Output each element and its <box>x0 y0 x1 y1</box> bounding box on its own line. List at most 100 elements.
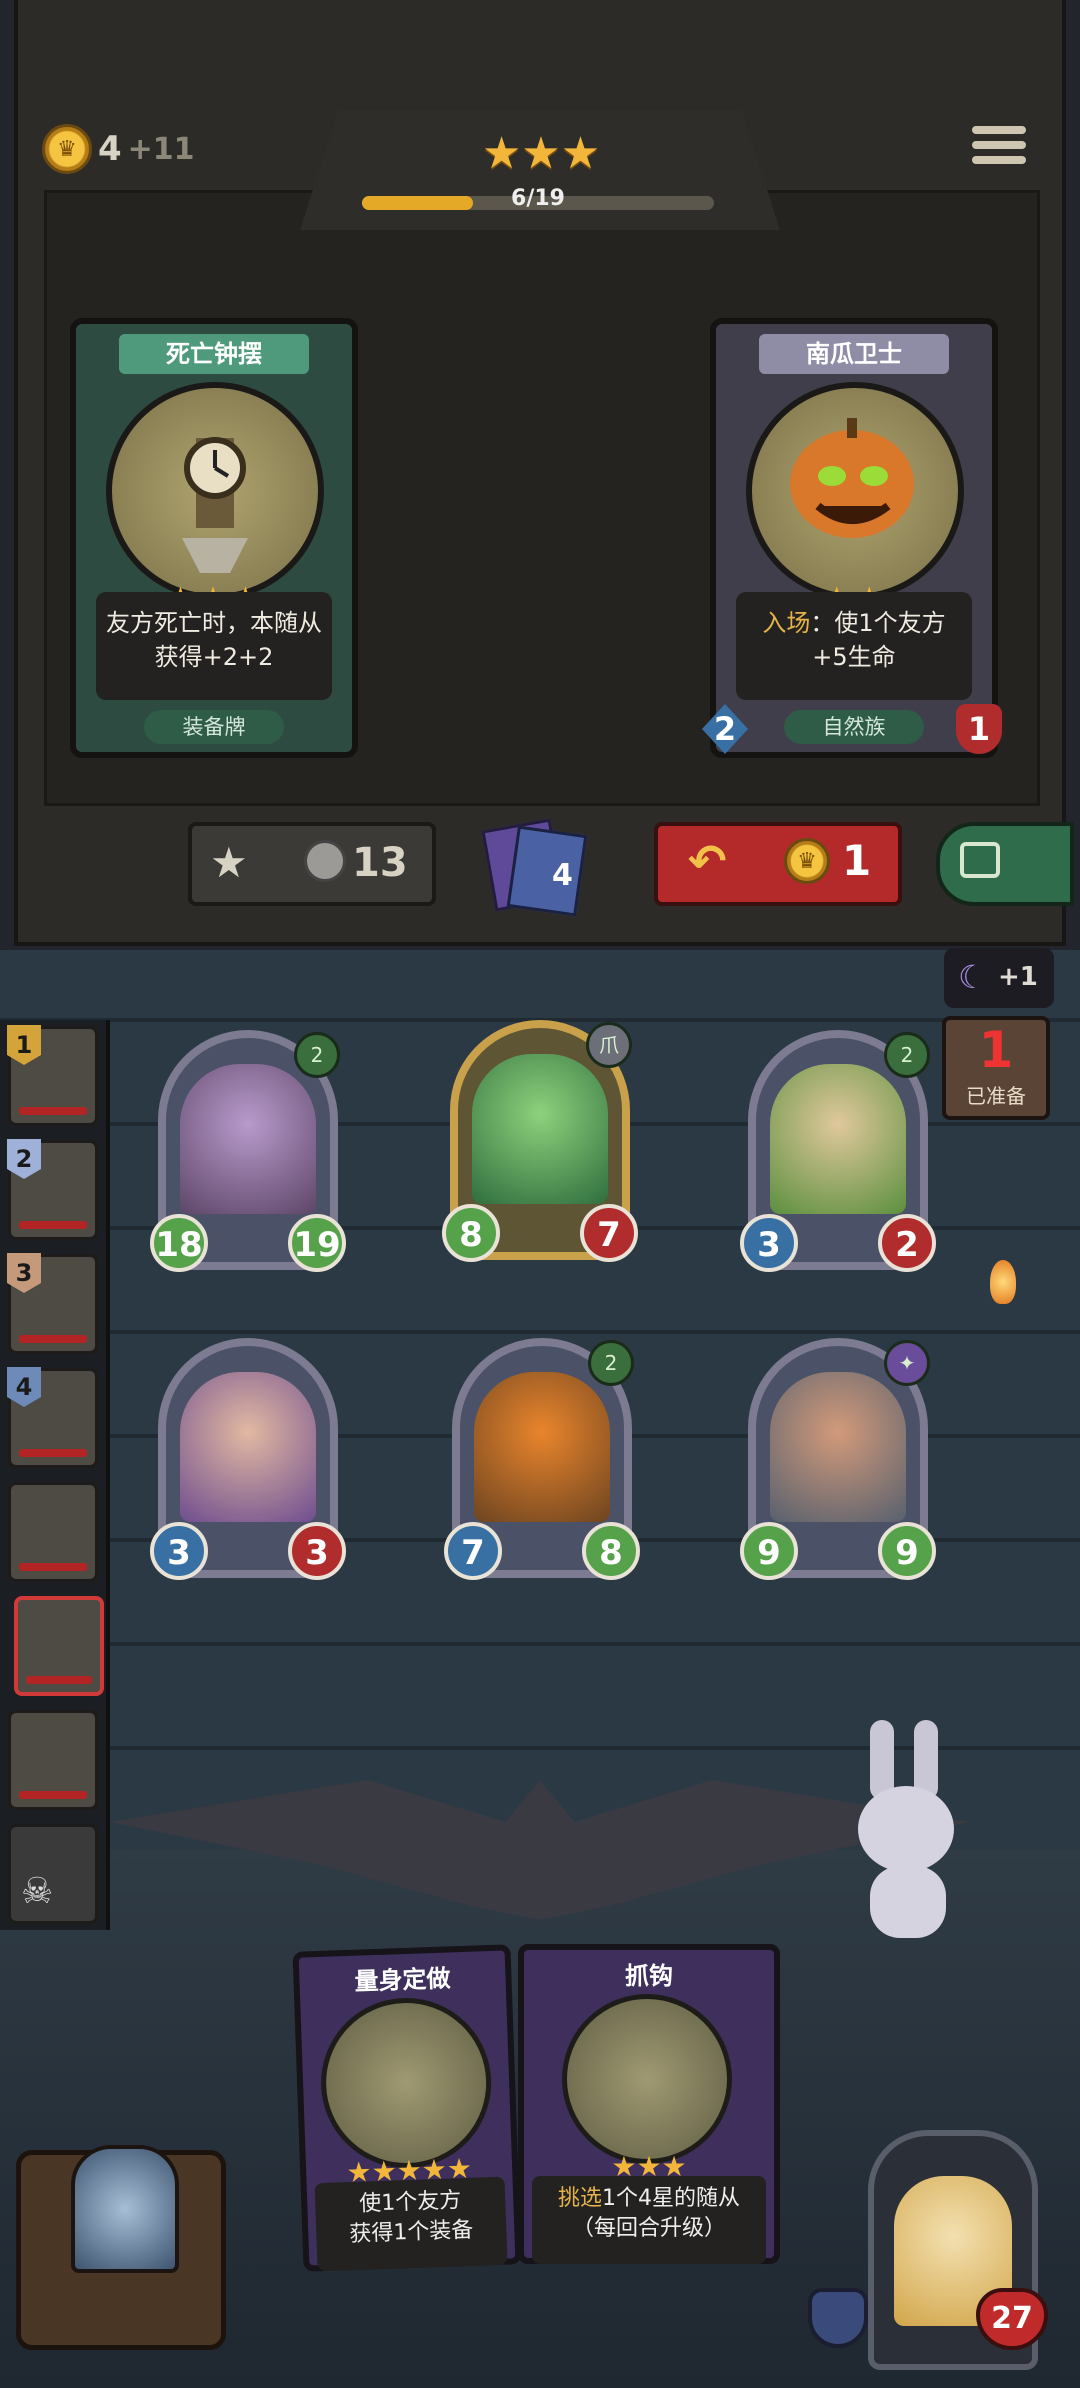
player-list: 1 2 3 4 ☠ <box>0 1020 110 1930</box>
leaf-girl-portrait <box>770 1064 906 1214</box>
minion-health: 8 <box>582 1522 640 1580</box>
minion-mushroom[interactable]: 2 18 19 <box>150 1030 346 1272</box>
upgrade-tier-button[interactable]: ★ 13 <box>188 822 436 906</box>
minion-attack: 8 <box>442 1204 500 1262</box>
shop-card-pumpkin-guard[interactable]: 南瓜卫士 ★★ 入场：使1个友方 +5生命 自然族 2 1 <box>702 318 1002 758</box>
gold-display: ♛ 4 +11 <box>42 124 195 174</box>
lock-shop-button[interactable] <box>936 822 1074 906</box>
star-icon: ★ <box>560 128 601 179</box>
tribe-badge: 2 <box>588 1340 634 1386</box>
refresh-shop-button[interactable]: ↶ ♛ 1 <box>654 822 902 906</box>
desc-rest: 1个4星的随从 <box>602 2186 740 2211</box>
opponent-portrait <box>71 2145 179 2273</box>
minion-health: 9 <box>878 1522 936 1580</box>
pendulum-clock-art <box>106 382 324 600</box>
tier-stars: ★★★ <box>466 132 616 176</box>
refresh-cost: 1 <box>842 836 872 885</box>
player-health-bar <box>19 1563 87 1571</box>
minion-attack: 3 <box>740 1214 798 1272</box>
tier-progress-text: 6/19 <box>511 186 565 211</box>
ready-bonus: ☾ +1 <box>944 948 1054 1008</box>
upgrade-cost: 13 <box>352 840 408 886</box>
minion-attack: 9 <box>740 1522 798 1580</box>
star-icon: ★ <box>521 128 561 179</box>
desc-line: +5生命 <box>812 643 896 671</box>
player-slot[interactable]: 4 <box>7 1367 98 1468</box>
player-health-bar <box>19 1107 87 1115</box>
hand-card-tailor-made[interactable]: 量身定做 ★★★★★ 使1个友方 获得1个装备 <box>292 1944 522 2272</box>
minion-health: 3 <box>288 1522 346 1580</box>
bunny-head <box>858 1786 954 1872</box>
card-type-tag: 装备牌 <box>144 710 284 744</box>
tribe-badge: ✦ <box>884 1340 930 1386</box>
player-slot[interactable] <box>8 1710 98 1810</box>
shop-card-death-pendulum[interactable]: 死亡钟摆 ★★★ 友方死亡时，本随从 获得+2+2 装备牌 <box>70 318 358 758</box>
tribe-badge: 爪 <box>586 1022 632 1068</box>
minion-attack: 18 <box>150 1214 208 1272</box>
player-slot[interactable] <box>8 1482 98 1582</box>
crown-coin-icon: ♛ <box>784 838 830 884</box>
minion-crocodile[interactable]: 爪 8 7 <box>442 1020 638 1262</box>
minion-witch[interactable]: 3 3 <box>150 1338 346 1580</box>
player-slot[interactable]: 2 <box>7 1139 98 1240</box>
minion-health: 2 <box>878 1214 936 1272</box>
card-title: 南瓜卫士 <box>759 334 949 374</box>
card-description: 入场：使1个友方 +5生命 <box>736 592 972 700</box>
star-icon: ★ <box>481 128 522 179</box>
tribe-badge: 2 <box>294 1032 340 1078</box>
desc-line: （每回合升级） <box>571 2216 726 2241</box>
torch-flame-icon <box>990 1260 1016 1304</box>
player-health-bar <box>19 1335 87 1343</box>
spell-pile[interactable]: 4 <box>478 818 590 917</box>
player-rank: 3 <box>7 1253 41 1293</box>
shield-icon[interactable] <box>808 2288 868 2348</box>
card-title: 抓钩 <box>625 1962 673 1990</box>
gold-income: +11 <box>127 131 195 167</box>
card-description: 友方死亡时，本随从 获得+2+2 <box>96 592 332 700</box>
minion-pumpkin[interactable]: 2 7 8 <box>444 1338 640 1580</box>
bunny-body <box>870 1866 946 1938</box>
ready-count: 1 <box>978 1021 1014 1079</box>
refresh-icon: ↶ <box>688 834 727 888</box>
card-health: 1 <box>956 704 1002 754</box>
desc-rest: ：使1个友方 <box>810 609 946 637</box>
card-tribe-tag: 自然族 <box>784 710 924 744</box>
minion-attack: 3 <box>150 1522 208 1580</box>
player-slot-self[interactable] <box>14 1596 104 1696</box>
moon-icon: ☾ <box>958 958 987 996</box>
pumpkin-portrait <box>474 1372 610 1522</box>
bunny-mascot[interactable] <box>848 1720 968 1960</box>
mushroom-portrait <box>180 1064 316 1214</box>
minion-dwarf[interactable]: ✦ 9 9 <box>740 1338 936 1580</box>
spell-card-icon <box>506 825 588 917</box>
ready-status[interactable]: 1 已准备 <box>942 1016 1050 1120</box>
tribe-badge: 2 <box>884 1032 930 1078</box>
dwarf-portrait <box>770 1372 906 1522</box>
player-health-bar <box>19 1791 87 1799</box>
player-slot[interactable]: 1 <box>7 1025 98 1126</box>
desc-line: 入场：使1个友方 <box>736 606 972 640</box>
desc-line: 挑选1个4星的随从 <box>532 2184 766 2214</box>
minion-leaf-girl[interactable]: 2 3 2 <box>740 1030 936 1272</box>
spell-count: 4 <box>552 858 573 893</box>
card-title: 死亡钟摆 <box>119 334 309 374</box>
player-health-bar <box>19 1449 87 1457</box>
hand-card-grapple[interactable]: 抓钩 ★★★ 挑选1个4星的随从 （每回合升级） <box>518 1944 780 2264</box>
opponent-chest[interactable] <box>16 2145 226 2350</box>
minion-attack: 7 <box>444 1522 502 1580</box>
gold-amount: 4 <box>98 129 122 169</box>
desc-keyword: 挑选 <box>557 2186 602 2211</box>
crocodile-portrait <box>472 1054 608 1204</box>
player-slot[interactable]: 3 <box>7 1253 98 1354</box>
star-up-icon: ★ <box>210 838 248 887</box>
ready-label: 已准备 <box>966 1084 1026 1108</box>
player-health-bar <box>26 1676 92 1684</box>
crown-coin-icon: ♛ <box>42 124 92 174</box>
desc-line: 获得1个装备 <box>348 2217 474 2248</box>
menu-icon[interactable] <box>972 126 1026 172</box>
desc-line: 获得+2+2 <box>154 643 274 671</box>
pumpkin-guard-art <box>746 382 964 600</box>
player-slot-eliminated[interactable]: ☠ <box>8 1824 98 1924</box>
grapple-art <box>562 1994 732 2164</box>
minion-health: 19 <box>288 1214 346 1272</box>
